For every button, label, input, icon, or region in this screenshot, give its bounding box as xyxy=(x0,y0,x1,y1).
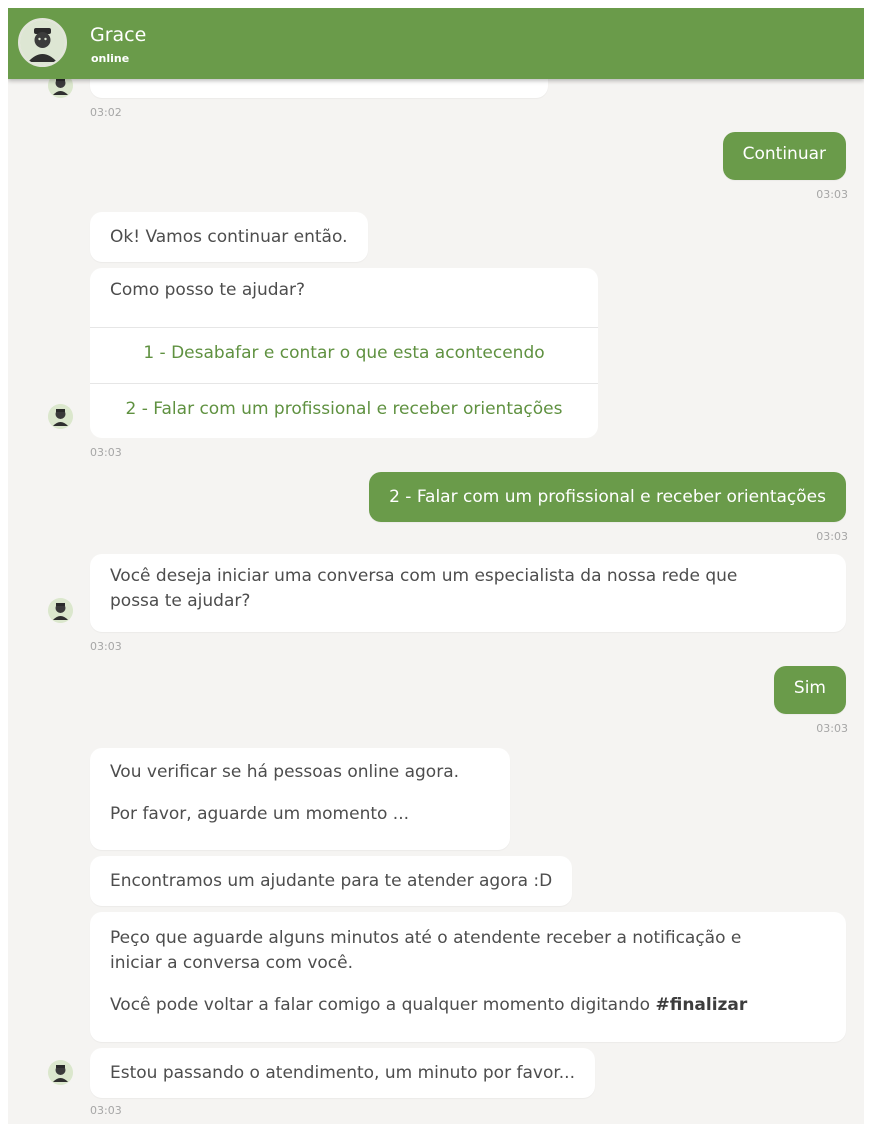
message-text: Continuar xyxy=(742,144,826,164)
option-2-button[interactable]: 2 - Falar com um profissional e receber … xyxy=(90,399,598,419)
message-timestamp: 03:02 xyxy=(90,106,122,119)
message-timestamp: 03:03 xyxy=(816,722,848,735)
options-menu-card: Como posso te ajudar? 1 - Desabafar e co… xyxy=(90,268,598,438)
incoming-message-bubble: Encontramos um ajudante para te atender … xyxy=(90,856,573,906)
message-text-line-1: Peço que aguarde alguns minutos até o at… xyxy=(110,928,742,948)
message-timestamp: 03:03 xyxy=(816,188,848,201)
chat-header: Grace online xyxy=(8,8,864,79)
message-timestamp: 03:03 xyxy=(90,640,122,653)
option-1-button[interactable]: 1 - Desabafar e contar o que esta aconte… xyxy=(90,343,598,363)
finalizar-hashtag: #finalizar xyxy=(655,995,748,1015)
message-text: Sim xyxy=(793,678,826,698)
incoming-message-bubble: Vou verificar se há pessoas online agora… xyxy=(90,748,510,850)
outgoing-message-bubble: Sim xyxy=(773,666,846,714)
message-text-line-3: Você pode voltar a falar comigo a qualqu… xyxy=(110,993,826,1018)
outgoing-message-bubble: Continuar xyxy=(722,132,846,180)
menu-divider xyxy=(90,327,598,328)
message-text-line-2: possa te ajudar? xyxy=(110,591,251,611)
message-text: Ok! Vamos continuar então. xyxy=(110,227,348,247)
bot-avatar xyxy=(48,404,73,429)
chat-window: 03:02 Continuar 03:03 Ok! Vamos continua… xyxy=(8,8,864,1124)
incoming-message-bubble: Peço que aguarde alguns minutos até o at… xyxy=(90,912,846,1042)
message-text-line-2: iniciar a conversa com você. xyxy=(110,953,354,973)
incoming-message-bubble: Você deseja iniciar uma conversa com um … xyxy=(90,554,846,632)
message-text: Estou passando o atendimento, um minuto … xyxy=(110,1063,575,1083)
message-text: Encontramos um ajudante para te atender … xyxy=(110,871,553,891)
bot-avatar xyxy=(48,598,73,623)
message-text-line-1: Você deseja iniciar uma conversa com um … xyxy=(110,566,738,586)
outgoing-message-bubble: 2 - Falar com um profissional e receber … xyxy=(369,472,846,522)
message-timestamp: 03:03 xyxy=(816,530,848,543)
incoming-message-bubble: Estou passando o atendimento, um minuto … xyxy=(90,1048,595,1098)
message-text-line-2: Por favor, aguarde um momento ... xyxy=(110,804,410,824)
bot-avatar xyxy=(48,1060,73,1085)
menu-divider xyxy=(90,383,598,384)
contact-name: Grace xyxy=(90,24,147,46)
message-text-line-1: Vou verificar se há pessoas online agora… xyxy=(110,762,460,782)
menu-question: Como posso te ajudar? xyxy=(110,280,306,300)
contact-avatar[interactable] xyxy=(18,18,67,67)
message-timestamp: 03:03 xyxy=(90,446,122,459)
message-timestamp: 03:03 xyxy=(90,1104,122,1117)
contact-status: online xyxy=(91,52,130,65)
message-text: 2 - Falar com um profissional e receber … xyxy=(389,487,826,507)
message-text: Você pode voltar a falar comigo a qualqu… xyxy=(110,995,656,1015)
incoming-message-bubble: Ok! Vamos continuar então. xyxy=(90,212,368,262)
